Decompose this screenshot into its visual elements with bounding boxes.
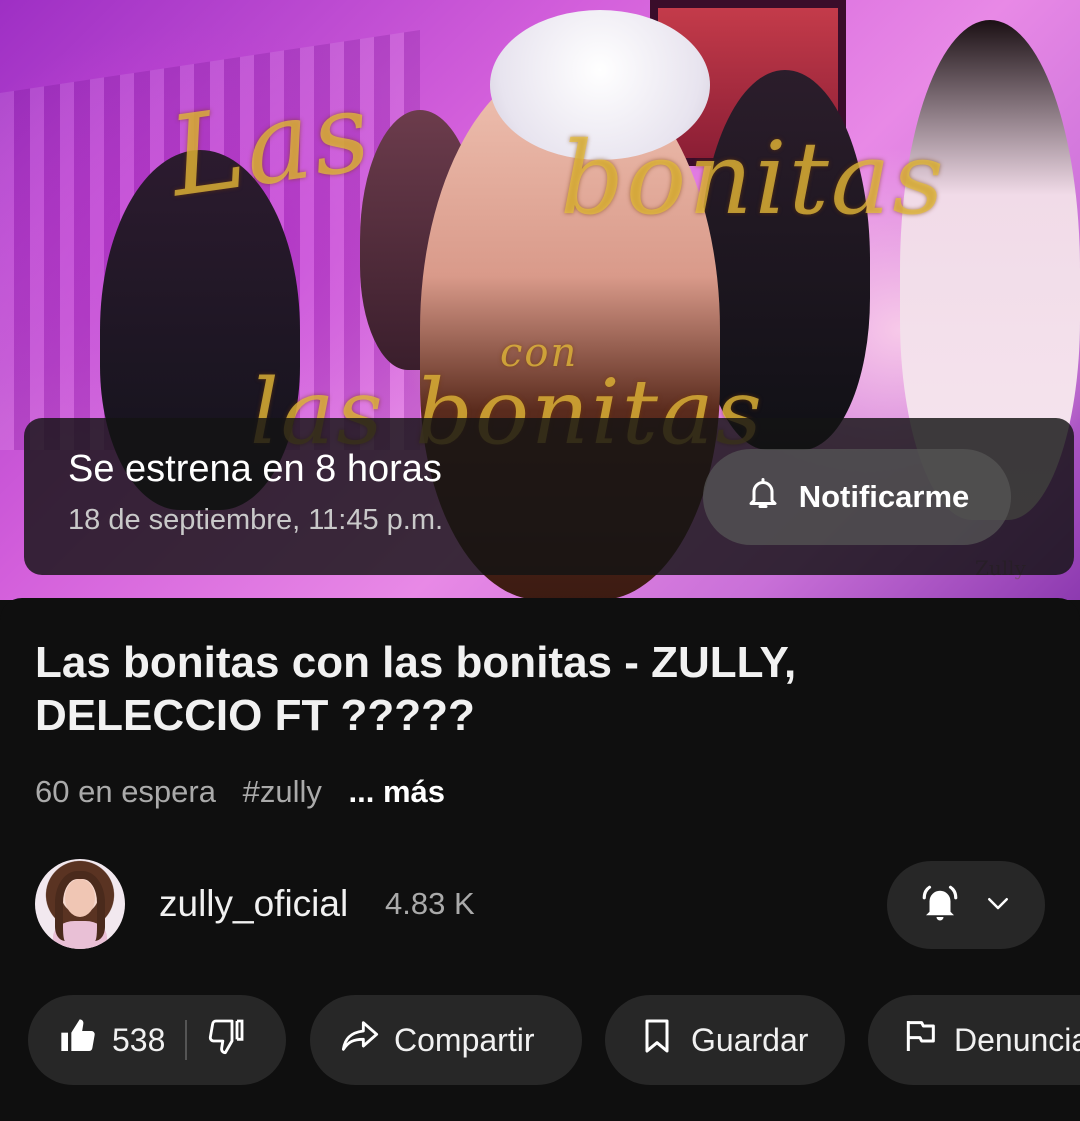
channel-name[interactable]: zully_oficial [159, 883, 348, 925]
save-button[interactable]: Guardar [605, 995, 845, 1085]
report-label: Denuncia [954, 1021, 1080, 1058]
bookmark-icon [637, 1016, 677, 1064]
thumbs-down-icon[interactable] [207, 1016, 247, 1064]
like-count: 538 [112, 1021, 166, 1058]
video-meta[interactable]: 60 en espera #zully ... más [35, 774, 463, 810]
notify-me-label: Notificarme [798, 479, 970, 514]
channel-row: zully_oficial 4.83 K [35, 859, 1045, 951]
share-button[interactable]: Compartir [310, 995, 582, 1085]
report-button[interactable]: Denuncia [868, 995, 1080, 1085]
subscription-notifications-button[interactable] [887, 861, 1045, 949]
video-info-panel: Las bonitas con las bonitas - ZULLY, DEL… [0, 598, 1080, 1121]
premiere-countdown: Se estrena en 8 horas [68, 448, 442, 490]
more-button[interactable]: ... más [349, 774, 446, 809]
channel-avatar[interactable] [35, 859, 125, 949]
bell-ringing-icon [919, 882, 961, 929]
like-dislike-button[interactable]: 538 [28, 995, 286, 1085]
waiting-count: 60 en espera [35, 774, 216, 809]
hashtag-link[interactable]: #zully [243, 774, 322, 809]
notify-me-button[interactable]: Notificarme [703, 449, 1011, 545]
chevron-down-icon [983, 888, 1013, 923]
save-label: Guardar [691, 1021, 809, 1058]
thumbs-up-icon[interactable] [58, 1016, 98, 1064]
like-divider [185, 1020, 188, 1060]
share-label: Compartir [394, 1021, 535, 1058]
thumbnail-script-text: bonitas [560, 120, 946, 237]
flag-icon [900, 1016, 940, 1064]
subscriber-count: 4.83 K [385, 886, 475, 921]
video-title[interactable]: Las bonitas con las bonitas - ZULLY, DEL… [35, 636, 1035, 742]
share-arrow-icon [340, 1016, 380, 1064]
premiere-banner: Se estrena en 8 horas 18 de septiembre, … [24, 418, 1074, 575]
video-thumbnail[interactable]: Las bonitas con las bonitas Zully Se est… [0, 0, 1080, 600]
bell-icon [745, 475, 781, 519]
premiere-date: 18 de septiembre, 11:45 p.m. [68, 504, 444, 536]
action-bar: 538 Compartir Guardar Denuncia [28, 995, 1080, 1085]
